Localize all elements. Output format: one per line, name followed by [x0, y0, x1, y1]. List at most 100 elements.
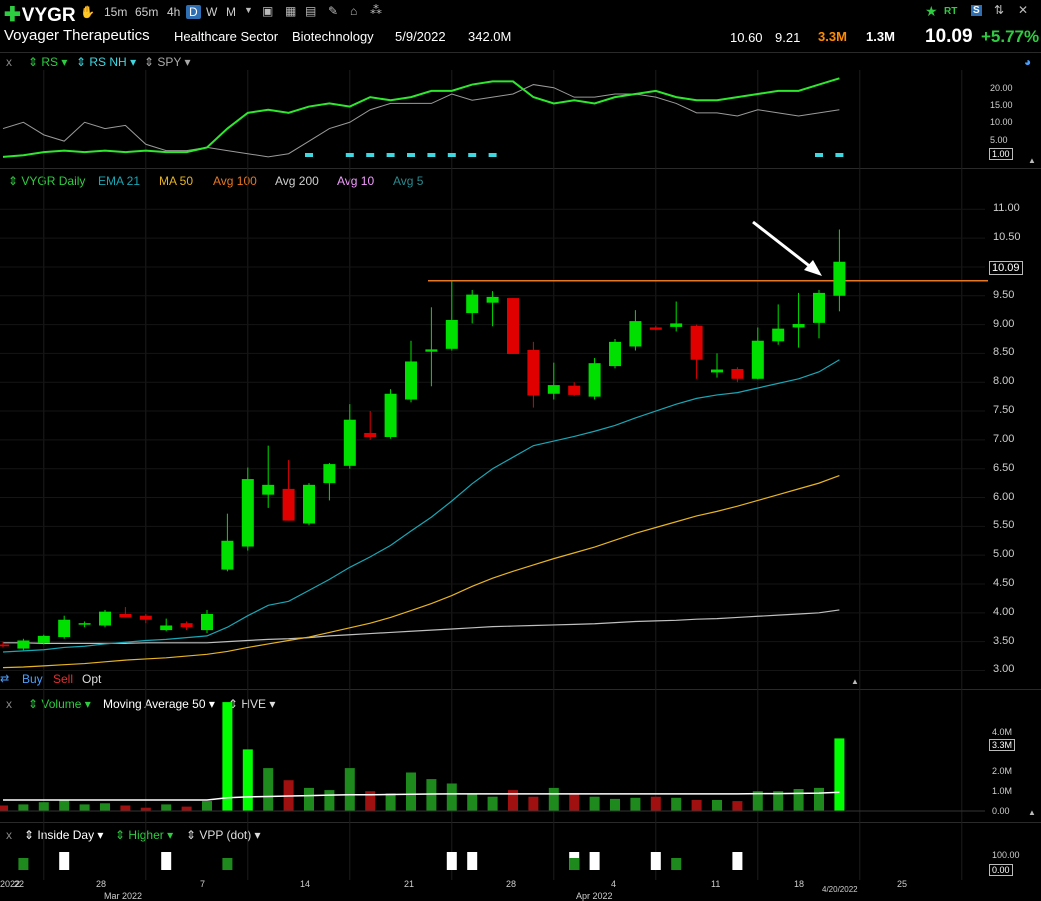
rs-nh-marker [366, 153, 375, 157]
candle-body [37, 635, 50, 643]
spy-line [2, 84, 840, 158]
volume-bar [263, 768, 274, 811]
volume-bar [814, 787, 824, 811]
candle-body [751, 340, 764, 379]
rs-nh-marker [427, 153, 436, 157]
volume-bar [487, 796, 498, 811]
candle-body [588, 363, 601, 397]
candle-body [609, 341, 621, 367]
higher-bar [18, 858, 29, 870]
volume-bar [406, 772, 416, 811]
volume-bar [426, 779, 437, 811]
inside-day-bar [59, 852, 70, 870]
candle-body [160, 625, 173, 631]
candle-body [323, 464, 336, 484]
volume-bar [548, 787, 559, 811]
candle-body [690, 325, 703, 360]
volume-bar [732, 801, 743, 811]
volume-ma-line [3, 791, 840, 801]
inside-day-bar [161, 852, 172, 870]
candle-body [241, 479, 254, 547]
candle-body [78, 623, 91, 625]
candle-body [547, 385, 560, 394]
volume-bar [385, 793, 396, 811]
rs-nh-marker [345, 153, 354, 157]
volume-bar [528, 796, 539, 811]
volume-bar [242, 749, 253, 811]
candle-body [139, 615, 152, 620]
candle-body [833, 261, 846, 296]
candle-body [343, 419, 356, 466]
volume-bar [467, 794, 478, 811]
candle-body [486, 296, 499, 303]
inside-day-bar [446, 852, 457, 870]
candle-body [731, 368, 744, 379]
volume-bar [120, 805, 131, 811]
ma50-line [2, 475, 840, 669]
rs-nh-marker [488, 153, 497, 157]
candle-body [99, 611, 111, 626]
rs-nh-marker [835, 153, 844, 157]
rs-nh-marker [305, 153, 313, 157]
volume-bar [222, 702, 233, 811]
higher-bar [671, 858, 682, 870]
volume-bar [18, 804, 29, 811]
candle-body [813, 292, 825, 323]
inside-day-bar [467, 852, 478, 870]
candle-body [792, 324, 805, 328]
volume-bar [650, 796, 661, 811]
candle-body [670, 323, 683, 327]
volume-bar [181, 806, 192, 811]
volume-bar [712, 800, 722, 811]
candle-body [0, 644, 9, 647]
volume-bar [569, 794, 580, 811]
inside-day-bar [589, 852, 600, 870]
annotation-arrow [752, 220, 813, 270]
rs-nh-marker [815, 153, 823, 157]
candle-body [119, 613, 132, 618]
rs-nh-marker [447, 153, 456, 157]
volume-bar [304, 787, 314, 811]
higher-bar [569, 858, 580, 870]
chart-canvas[interactable] [0, 0, 1041, 900]
volume-bar [691, 800, 702, 811]
candle-body [17, 640, 30, 649]
inside-day-bar [650, 852, 661, 870]
rs-nh-marker [386, 153, 395, 157]
candle-body [364, 432, 377, 437]
volume-bar [671, 797, 682, 811]
higher-bar [222, 858, 233, 870]
candle-body [262, 484, 275, 495]
candle-body [568, 385, 581, 395]
volume-bar [589, 796, 600, 811]
volume-bar [79, 804, 90, 811]
volume-bar [344, 768, 355, 811]
candle-body [507, 298, 519, 354]
ema21-line [2, 359, 840, 653]
candle-body [180, 623, 193, 628]
inside-day-bar [732, 852, 743, 870]
candle-body [282, 488, 295, 521]
volume-bar [161, 804, 172, 811]
volume-bar [202, 801, 212, 811]
candle-body [58, 619, 71, 638]
candle-body [445, 319, 458, 349]
volume-bar [59, 800, 70, 811]
candle-body [221, 540, 234, 570]
candle-body [711, 369, 723, 373]
candle-body [772, 328, 785, 342]
volume-bar [834, 738, 845, 811]
rs-line [2, 77, 840, 158]
volume-bar [610, 798, 620, 811]
volume-bar [324, 790, 335, 811]
candle-body [405, 361, 417, 400]
rs-nh-marker [407, 153, 415, 157]
volume-bar [793, 789, 804, 811]
volume-bar [100, 803, 110, 811]
candle-body [629, 321, 642, 347]
volume-bar [0, 805, 8, 811]
candle-body [466, 294, 479, 314]
volume-bar [446, 783, 457, 811]
candle-body [425, 349, 438, 352]
candle-body [201, 613, 213, 631]
